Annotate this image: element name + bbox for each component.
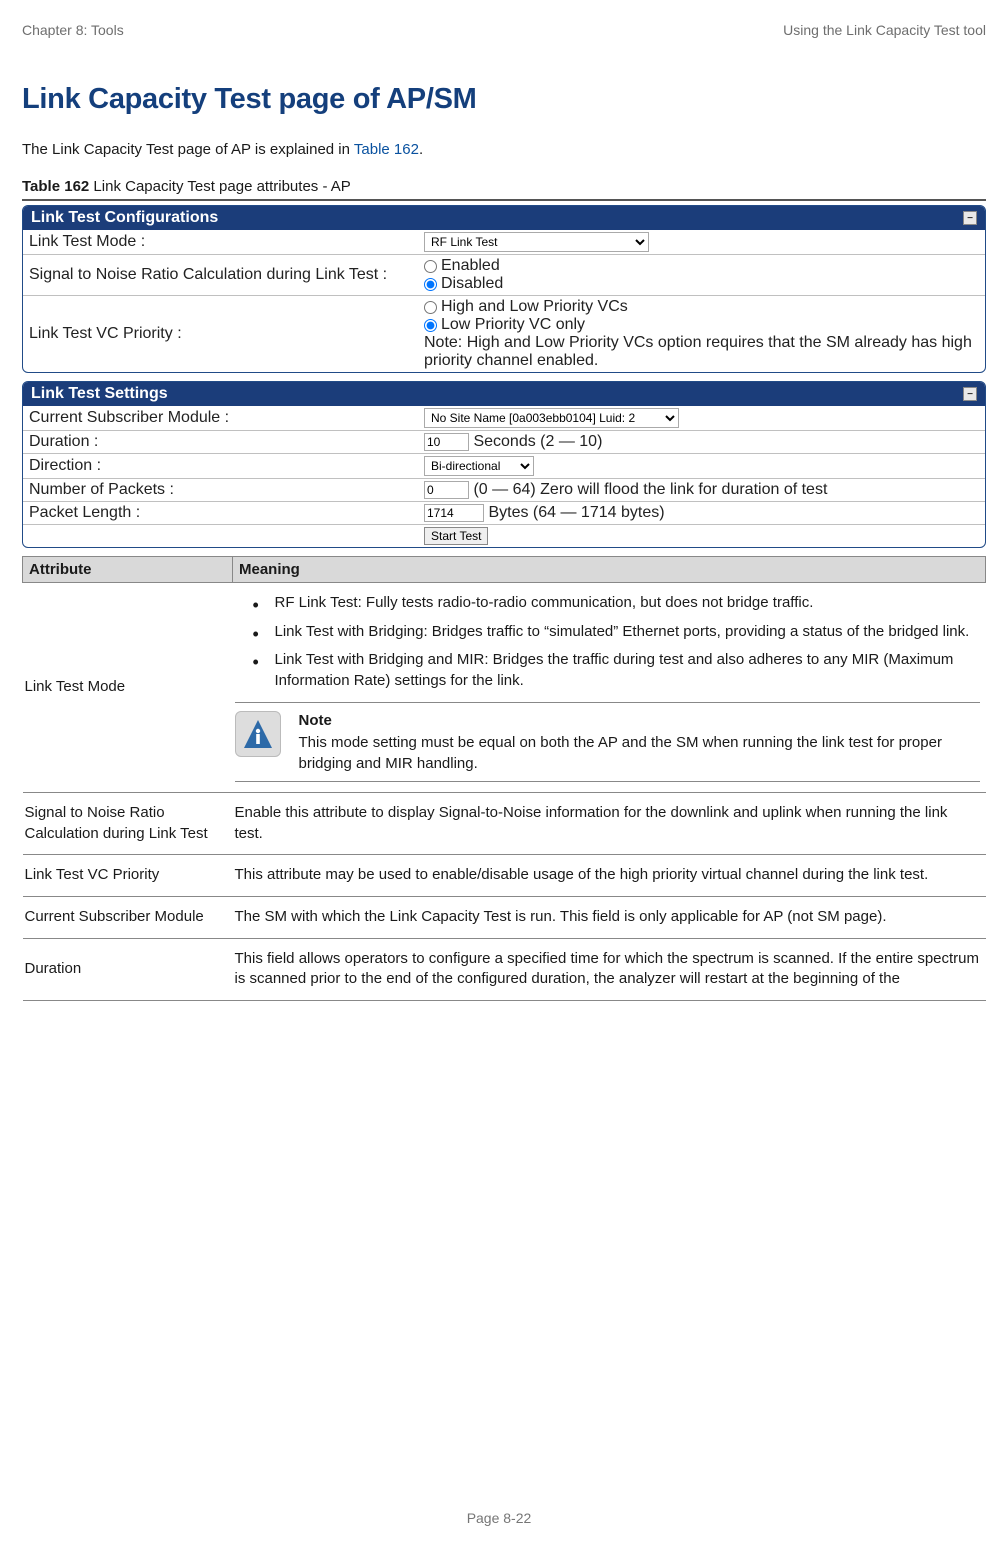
intro-prefix: The Link Capacity Test page of AP is exp… (22, 141, 354, 158)
meaning-duration: This field allows operators to configure… (233, 938, 986, 1000)
panel-link-test-configurations: Link Test Configurations − Link Test Mod… (22, 205, 986, 373)
collapse-icon[interactable]: − (963, 211, 977, 225)
meaning-vc: This attribute may be used to enable/dis… (233, 855, 986, 897)
list-item: RF Link Test: Fully tests radio-to-radio… (263, 593, 980, 614)
start-test-button[interactable]: Start Test (424, 527, 488, 545)
caption-rule (22, 199, 986, 201)
snr-disabled-radio[interactable] (424, 278, 437, 291)
collapse-icon[interactable]: − (963, 387, 977, 401)
note-body: This mode setting must be equal on both … (299, 734, 942, 772)
duration-input[interactable] (424, 433, 469, 451)
note-title: Note (299, 711, 980, 732)
snr-enabled-label: Enabled (441, 257, 500, 275)
table-row: Link Test Mode RF Link Test: Fully tests… (23, 583, 986, 793)
config-vc-label: Link Test VC Priority : (23, 296, 418, 373)
settings-duration-label: Duration : (23, 431, 418, 454)
settings-length-label: Packet Length : (23, 502, 418, 525)
snr-disabled-label: Disabled (441, 275, 503, 293)
config-snr-label: Signal to Noise Ratio Calculation during… (23, 255, 418, 296)
page-header: Chapter 8: Tools Using the Link Capacity… (22, 22, 986, 38)
panel-title-configurations: Link Test Configurations (31, 209, 218, 227)
vc-low-only-radio[interactable] (424, 319, 437, 332)
attr-snr: Signal to Noise Ratio Calculation during… (23, 792, 233, 854)
panel-header-settings: Link Test Settings − (23, 382, 985, 406)
packets-suffix: (0 — 64) Zero will flood the link for du… (473, 481, 827, 498)
list-item: Link Test with Bridging: Bridges traffic… (263, 622, 980, 643)
vc-high-low-radio[interactable] (424, 301, 437, 314)
config-mode-label: Link Test Mode : (23, 230, 418, 255)
vc-note-text: Note: High and Low Priority VCs option r… (424, 334, 979, 370)
attr-vc: Link Test VC Priority (23, 855, 233, 897)
link-test-mode-list: RF Link Test: Fully tests radio-to-radio… (235, 593, 980, 692)
section-title: Link Capacity Test page of AP/SM (22, 83, 986, 116)
intro-paragraph: The Link Capacity Test page of AP is exp… (22, 141, 986, 158)
packet-length-suffix: Bytes (64 — 1714 bytes) (488, 504, 664, 521)
meaning-csm: The SM with which the Link Capacity Test… (233, 896, 986, 938)
caption-label: Table 162 (22, 178, 89, 195)
settings-packets-label: Number of Packets : (23, 479, 418, 502)
link-test-mode-select[interactable]: RF Link Test (424, 232, 649, 252)
vc-low-only-label: Low Priority VC only (441, 316, 585, 334)
caption-rest: Link Capacity Test page attributes - AP (89, 178, 351, 195)
list-item: Link Test with Bridging and MIR: Bridges… (263, 650, 980, 691)
th-meaning: Meaning (233, 557, 986, 583)
settings-direction-label: Direction : (23, 454, 418, 479)
vc-high-low-label: High and Low Priority VCs (441, 298, 628, 316)
meaning-snr: Enable this attribute to display Signal-… (233, 792, 986, 854)
panel-header-configurations: Link Test Configurations − (23, 206, 985, 230)
settings-csm-label: Current Subscriber Module : (23, 406, 418, 431)
duration-suffix: Seconds (2 — 10) (473, 433, 602, 450)
header-section: Using the Link Capacity Test tool (783, 22, 986, 38)
table-row: Current Subscriber Module The SM with wh… (23, 896, 986, 938)
table-caption: Table 162 Link Capacity Test page attrib… (22, 178, 986, 195)
table-row: Duration This field allows operators to … (23, 938, 986, 1000)
note-text: Note This mode setting must be equal on … (299, 711, 980, 775)
packets-input[interactable] (424, 481, 469, 499)
table-row: Signal to Noise Ratio Calculation during… (23, 792, 986, 854)
attr-duration: Duration (23, 938, 233, 1000)
table-row: Link Test VC Priority This attribute may… (23, 855, 986, 897)
packet-length-input[interactable] (424, 504, 484, 522)
th-attribute: Attribute (23, 557, 233, 583)
attr-link-test-mode: Link Test Mode (23, 583, 233, 793)
header-chapter: Chapter 8: Tools (22, 22, 124, 38)
page-footer: Page 8-22 (0, 1510, 998, 1526)
snr-enabled-radio[interactable] (424, 260, 437, 273)
attribute-meaning-table: Attribute Meaning Link Test Mode RF Link… (22, 556, 986, 1001)
panel-title-settings: Link Test Settings (31, 385, 168, 403)
panel-link-test-settings: Link Test Settings − Current Subscriber … (22, 381, 986, 548)
intro-suffix: . (419, 141, 423, 158)
attr-csm: Current Subscriber Module (23, 896, 233, 938)
note-info-icon (235, 711, 281, 757)
table-cross-reference[interactable]: Table 162 (354, 141, 419, 158)
current-subscriber-select[interactable]: No Site Name [0a003ebb0104] Luid: 2 (424, 408, 679, 428)
direction-select[interactable]: Bi-directional (424, 456, 534, 476)
note-block: Note This mode setting must be equal on … (235, 702, 980, 782)
